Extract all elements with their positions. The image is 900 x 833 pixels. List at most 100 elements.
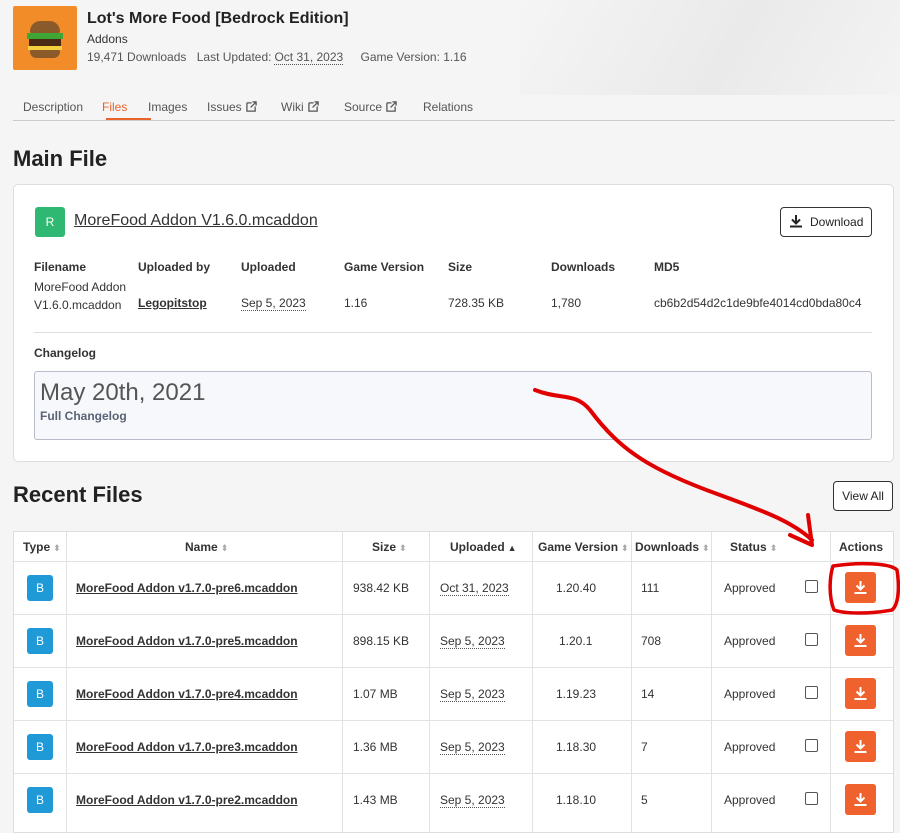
file-name-link[interactable]: MoreFood Addon v1.7.0-pre3.mcaddon [76,740,298,754]
download-count: 19,471 Downloads [87,50,187,64]
external-link-icon [307,101,319,112]
column-header-downloads[interactable]: Downloads ⬍ [635,540,710,554]
size-value: 728.35 KB [448,296,505,310]
changelog-label: Changelog [34,346,96,360]
file-game-version: 1.19.23 [556,687,597,701]
project-category[interactable]: Addons [87,32,128,46]
uploaded-header: Uploaded [241,260,296,274]
project-meta: 19,471 Downloads Last Updated: Oct 31, 20… [87,50,474,65]
column-uploaded-label: Uploaded [450,540,505,554]
sort-icon: ⬍ [53,543,61,553]
md5-header: MD5 [654,260,680,274]
file-game-version: 1.20.1 [559,634,593,648]
project-tabs: Description Files Images Issues Wiki Sou… [13,96,895,121]
recent-files-table: Type ⬍ Name ⬍ Size ⬍ Uploaded ▲ Game Version… [13,531,894,833]
beta-type-badge: B [27,734,53,760]
column-header-status[interactable]: Status ⬍ [730,540,777,554]
row-select-checkbox[interactable] [805,686,818,699]
file-size: 1.43 MB [353,793,398,807]
size-header: Size [448,260,473,274]
game-version-header: Game Version [344,260,425,274]
file-downloads: 14 [641,687,655,701]
downloads-header: Downloads [551,260,616,274]
file-downloads: 7 [641,740,648,754]
file-name-link[interactable]: MoreFood Addon v1.7.0-pre5.mcaddon [76,634,298,648]
tab-source[interactable]: Source [344,100,397,114]
game-version-value: 1.16 [344,296,368,310]
download-icon [854,634,867,647]
file-downloads: 708 [641,634,662,648]
tab-issues[interactable]: Issues [207,100,257,114]
download-button-label: Download [810,215,864,229]
full-changelog-link[interactable]: Full Changelog [40,409,127,423]
filename-line-1: MoreFood Addon [34,280,127,294]
tab-wiki[interactable]: Wiki [281,100,319,114]
sort-icon: ⬍ [621,543,629,553]
changelog-box[interactable]: May 20th, 2021 Full Changelog [34,371,872,440]
column-header-uploaded[interactable]: Uploaded ▲ [450,540,517,554]
beta-type-badge: B [27,681,53,707]
row-download-button[interactable] [845,625,876,656]
tab-files[interactable]: Files [102,100,127,114]
column-header-size[interactable]: Size ⬍ [372,540,407,554]
file-status: Approved [724,687,776,701]
project-logo-burger-icon [13,6,77,70]
file-name-link[interactable]: MoreFood Addon v1.7.0-pre2.mcaddon [76,793,298,807]
tab-relations[interactable]: Relations [423,100,473,114]
file-size: 1.36 MB [353,740,398,754]
column-header-actions: Actions [839,540,884,554]
row-download-button[interactable] [845,784,876,815]
column-game-version-label: Game Version [538,540,619,554]
project-title: Lot's More Food [Bedrock Edition] [87,10,349,27]
sort-icon: ⬍ [702,543,710,553]
row-select-checkbox[interactable] [805,792,818,805]
tab-issues-label: Issues [207,100,242,114]
md5-value: cb6b2d54d2c1de9bfe4014cd0bda80c4 [654,296,862,310]
row-select-checkbox[interactable] [805,580,818,593]
uploader-link[interactable]: Legopitstop [138,296,207,310]
sort-icon: ⬍ [769,543,778,553]
column-header-game-version[interactable]: Game Version ⬍ [538,540,629,554]
filename-line-2: V1.6.0.mcaddon [34,298,122,312]
column-name-label: Name [185,540,218,554]
download-button[interactable]: Download [780,207,872,237]
active-tab-indicator [106,118,151,120]
view-all-button[interactable]: View All [833,481,893,511]
column-header-name[interactable]: Name ⬍ [185,540,228,554]
changelog-date: May 20th, 2021 [40,379,206,406]
sort-icon: ⬍ [220,543,229,553]
file-status: Approved [724,581,776,595]
file-downloads: 5 [641,793,648,807]
beta-type-badge: B [27,575,53,601]
file-size: 938.42 KB [353,581,410,595]
file-status: Approved [724,634,776,648]
download-icon [854,581,867,594]
divider [34,332,872,333]
column-header-type[interactable]: Type ⬍ [23,540,61,554]
tab-wiki-label: Wiki [281,100,304,114]
tab-images[interactable]: Images [148,100,187,114]
main-file-link[interactable]: MoreFood Addon V1.6.0.mcaddon [74,212,318,230]
download-icon [854,687,867,700]
row-select-checkbox[interactable] [805,633,818,646]
row-select-checkbox[interactable] [805,739,818,752]
download-icon [854,793,867,806]
column-status-label: Status [730,540,767,554]
column-downloads-label: Downloads [635,540,700,554]
file-uploaded-date: Oct 31, 2023 [440,581,509,596]
last-updated-date: Oct 31, 2023 [274,50,344,65]
file-name-link[interactable]: MoreFood Addon v1.7.0-pre4.mcaddon [76,687,298,701]
external-link-icon [245,101,257,112]
row-download-button[interactable] [845,731,876,762]
tab-description[interactable]: Description [23,100,83,114]
file-name-link[interactable]: MoreFood Addon v1.7.0-pre6.mcaddon [76,581,298,595]
row-download-button[interactable] [845,572,876,603]
row-download-button[interactable] [845,678,876,709]
main-file-card: R MoreFood Addon V1.6.0.mcaddon Download… [13,184,894,462]
download-icon [790,215,802,228]
file-status: Approved [724,793,776,807]
file-uploaded-date: Sep 5, 2023 [440,793,505,808]
file-status: Approved [724,740,776,754]
file-uploaded-date: Sep 5, 2023 [440,687,505,702]
main-file-heading: Main File [13,146,108,171]
